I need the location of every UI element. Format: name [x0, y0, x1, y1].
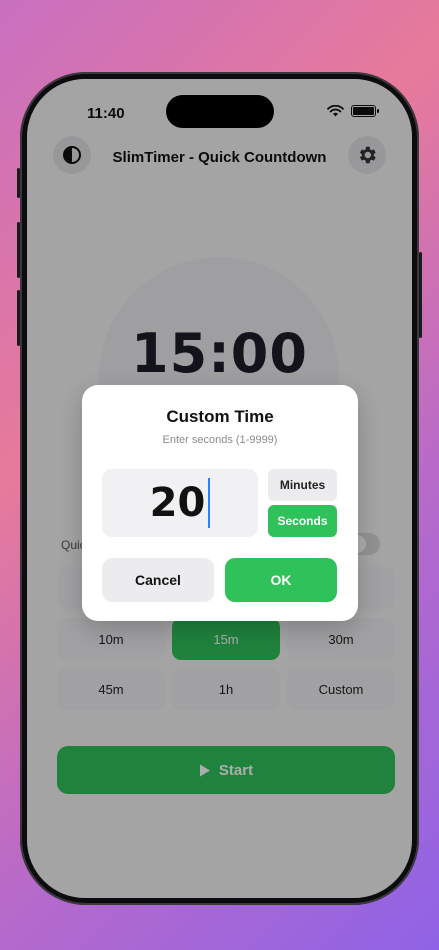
time-value-text: 20 [149, 480, 206, 526]
app-screen: 11:40 SlimTimer - Quick Countdown 15:00 … [27, 79, 412, 898]
phone-frame: 11:40 SlimTimer - Quick Countdown 15:00 … [17, 72, 422, 905]
volume-up-button [17, 222, 20, 278]
unit-minutes-button[interactable]: Minutes [268, 469, 337, 501]
unit-seconds-button[interactable]: Seconds [268, 505, 337, 537]
dialog-title: Custom Time [166, 407, 274, 426]
cancel-button[interactable]: Cancel [102, 558, 214, 602]
dialog-subtitle: Enter seconds (1-9999) [162, 434, 278, 446]
volume-down-button [17, 290, 20, 346]
power-button [419, 252, 422, 338]
action-button [17, 168, 20, 198]
text-cursor [208, 478, 211, 528]
custom-time-dialog: Custom Time Enter seconds (1-9999) 20 Mi… [82, 385, 358, 621]
time-value-input[interactable]: 20 [102, 469, 258, 537]
ok-button[interactable]: OK [225, 558, 337, 602]
